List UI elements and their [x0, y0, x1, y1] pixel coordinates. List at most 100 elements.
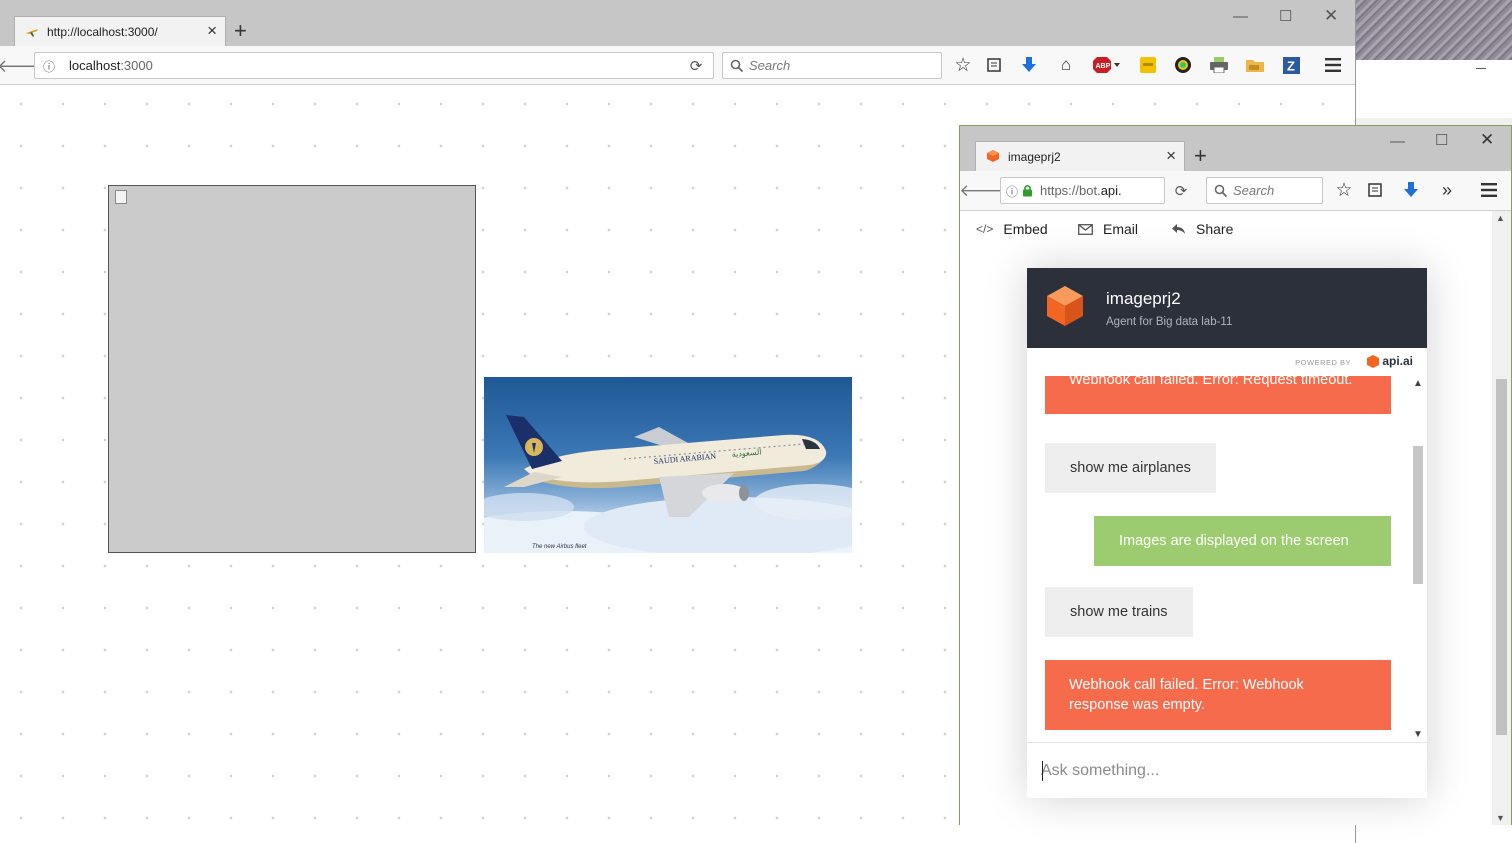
tab-close-icon[interactable]: ×	[207, 22, 217, 40]
info-icon[interactable]: ⓘ	[1004, 182, 1020, 200]
chat-navigation-toolbar: 🡐 ⓘ https://bot.api. ⟳ Search ☆ »	[959, 171, 1511, 211]
chat-scrollbar-thumb[interactable]	[1413, 446, 1423, 584]
tab-strip: http://localhost:3000/ × + — ☐ ✕	[0, 0, 1355, 46]
agent-name: imageprj2	[1106, 289, 1181, 308]
search-placeholder: Search	[1233, 183, 1275, 198]
ask-something-input[interactable]	[1041, 757, 1411, 785]
envelope-icon	[1078, 223, 1093, 235]
api-ai-favicon-icon	[987, 150, 999, 162]
image-caption: The new Airbus fleet	[532, 544, 587, 550]
reload-icon[interactable]: ⟳	[1171, 180, 1191, 202]
share-label: Share	[1196, 221, 1234, 237]
broken-image-placeholder	[108, 185, 476, 553]
download-icon[interactable]	[1019, 54, 1039, 76]
overflow-chevron-icon[interactable]: »	[1437, 179, 1457, 201]
chat-widget: imageprj2 Agent for Big data lab-11 POWE…	[1027, 268, 1427, 798]
search-icon	[730, 59, 744, 73]
new-tab-icon[interactable]: +	[1194, 145, 1207, 167]
reply-share-icon	[1172, 224, 1185, 234]
search-box[interactable]: Search	[722, 52, 942, 79]
reading-list-icon[interactable]	[1365, 179, 1385, 201]
search-icon	[1214, 184, 1228, 198]
scroll-down-arrow-icon[interactable]: ▼	[1496, 813, 1505, 823]
color-picker-icon[interactable]	[1173, 55, 1193, 75]
tab-title: imageprj2	[1008, 150, 1061, 164]
chat-tab-strip: imageprj2 × + — ☐ ✕	[960, 126, 1511, 171]
print-icon[interactable]	[1209, 55, 1229, 75]
chat-message-error: Webhook call failed. Error: Webhook resp…	[1045, 660, 1391, 730]
text-caret	[1042, 761, 1043, 781]
page-scrollbar[interactable]: ▲ ▼	[1492, 211, 1511, 825]
api-ai-logo[interactable]: api.ai	[1367, 354, 1413, 368]
reading-list-icon[interactable]	[984, 54, 1004, 76]
window-minimize-icon[interactable]: —	[1390, 134, 1405, 149]
scroll-up-arrow-icon[interactable]: ▲	[1413, 378, 1423, 389]
powered-by-label: POWERED BY	[1295, 358, 1351, 367]
url-scheme: https://bot.	[1040, 183, 1101, 198]
desktop-wallpaper	[1356, 0, 1512, 60]
scroll-up-arrow-icon[interactable]: ▲	[1496, 213, 1505, 223]
message-text: Webhook call failed. Error: Request time…	[1069, 376, 1353, 388]
brand-name: api.ai	[1382, 354, 1413, 368]
new-tab-icon[interactable]: +	[234, 20, 247, 42]
menu-icon[interactable]	[1478, 179, 1500, 201]
bookmark-star-icon[interactable]: ☆	[1333, 179, 1355, 201]
message-text: Webhook call failed. Error: Webhook resp…	[1069, 677, 1304, 713]
message-text: show me trains	[1070, 604, 1168, 620]
window-minimize-icon[interactable]: —	[1233, 9, 1248, 24]
svg-text:ABP: ABP	[1096, 63, 1111, 70]
address-bar[interactable]: ⓘ localhost:3000 ⟳	[34, 52, 714, 79]
back-arrow-icon[interactable]: 🡐	[0, 53, 45, 79]
chat-page-content: </> Embed Email Share imageprj2 Agent fo…	[960, 211, 1493, 825]
navigation-toolbar: 🡐 ⓘ localhost:3000 ⟳ Search ☆ ⌂ ABP Z	[0, 46, 1355, 85]
chat-scrollbar[interactable]: ▲ ▼	[1411, 376, 1425, 742]
search-box[interactable]: Search	[1206, 177, 1323, 204]
window-close-icon[interactable]: ✕	[1480, 131, 1494, 148]
reload-icon[interactable]: ⟳	[687, 56, 705, 76]
url-host: api.	[1100, 183, 1122, 198]
airplane-illustration: SAUDI ARABIAN السعودية	[484, 415, 852, 553]
share-bar: </> Embed Email Share	[960, 211, 1493, 247]
zotero-icon[interactable]: Z	[1281, 55, 1301, 75]
embed-button[interactable]: </> Embed	[976, 221, 1048, 237]
tab-localhost[interactable]: http://localhost:3000/ ×	[14, 16, 226, 46]
window-close-icon[interactable]: ✕	[1324, 7, 1338, 24]
chat-message-bot: Images are displayed on the screen	[1094, 516, 1391, 566]
minimize-icon[interactable]	[1476, 68, 1486, 69]
agent-cube-icon	[1047, 286, 1083, 326]
home-icon[interactable]: ⌂	[1055, 54, 1077, 76]
email-label: Email	[1103, 221, 1139, 237]
plane-favicon-icon	[26, 29, 38, 37]
menu-icon[interactable]	[1322, 54, 1344, 76]
folder-icon[interactable]	[1245, 55, 1265, 75]
url-host: localhost	[69, 58, 121, 73]
search-placeholder: Search	[749, 58, 791, 73]
tab-imageprj2[interactable]: imageprj2 ×	[975, 141, 1185, 171]
back-arrow-icon[interactable]: 🡐	[959, 179, 1005, 203]
info-icon[interactable]: ⓘ	[41, 57, 57, 75]
adblock-icon[interactable]: ABP	[1092, 55, 1122, 75]
address-bar[interactable]: ⓘ https://bot.api.	[1000, 177, 1165, 204]
airplane-image: SAUDI ARABIAN السعودية The new Airbus fl…	[484, 377, 852, 553]
window-maximize-icon[interactable]: ☐	[1279, 9, 1292, 24]
api-ai-logo-icon	[1367, 354, 1380, 368]
tab-close-icon[interactable]: ×	[1166, 147, 1176, 165]
url-port: :3000	[120, 58, 153, 73]
scroll-down-arrow-icon[interactable]: ▼	[1413, 729, 1423, 740]
tab-title: http://localhost:3000/	[47, 25, 158, 39]
email-button[interactable]: Email	[1078, 221, 1138, 237]
powered-by-bar: POWERED BY api.ai	[1027, 348, 1427, 376]
extension-icon[interactable]	[1138, 55, 1158, 75]
chat-message-user: show me trains	[1045, 587, 1193, 637]
lock-icon	[1023, 184, 1032, 197]
message-text: Images are displayed on the screen	[1119, 533, 1349, 549]
page-scrollbar-thumb[interactable]	[1496, 379, 1507, 735]
agent-description: Agent for Big data lab-11	[1106, 316, 1233, 328]
message-text: show me airplanes	[1070, 460, 1191, 476]
download-icon[interactable]	[1401, 179, 1421, 201]
code-icon: </>	[976, 222, 994, 236]
share-button[interactable]: Share	[1171, 221, 1233, 237]
window-maximize-icon[interactable]: ☐	[1435, 133, 1448, 148]
bookmark-star-icon[interactable]: ☆	[952, 54, 974, 76]
svg-text:Z: Z	[1287, 58, 1295, 73]
